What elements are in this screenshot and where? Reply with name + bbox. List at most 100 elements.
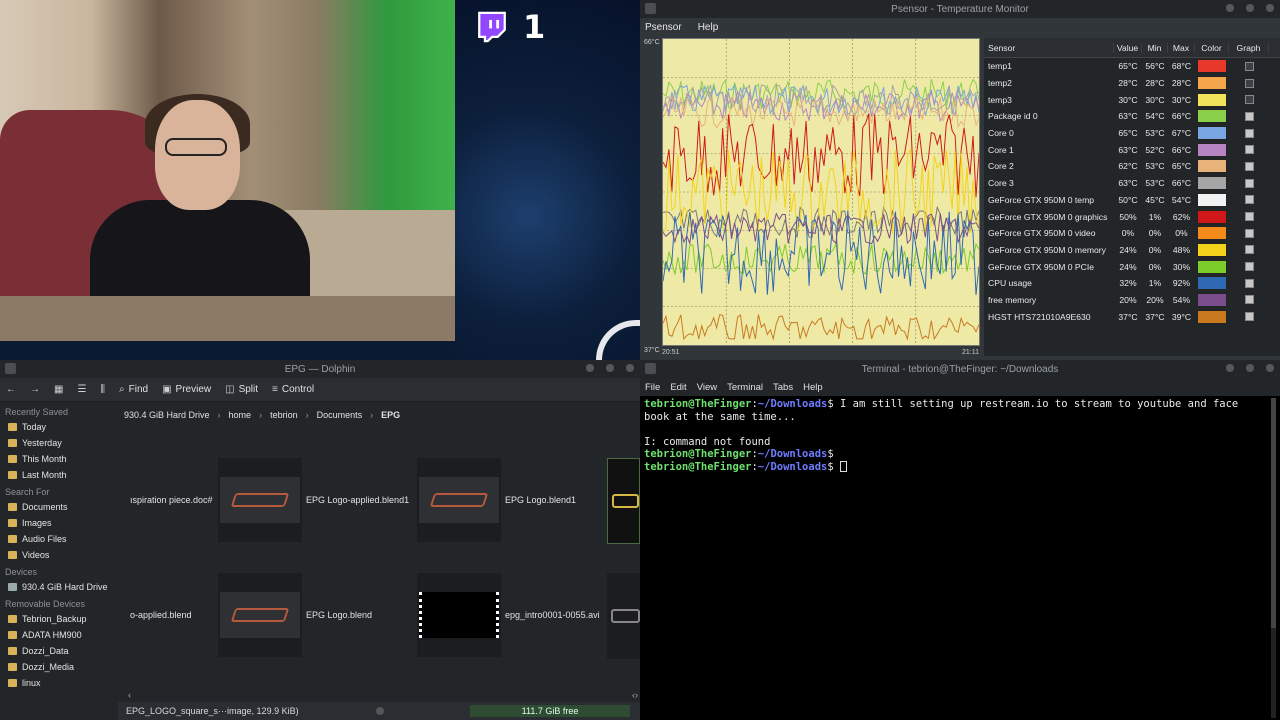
color-swatch[interactable] <box>1197 192 1227 207</box>
col-graph[interactable]: Graph <box>1229 42 1269 53</box>
file-item[interactable]: o-applied.blend <box>126 573 192 657</box>
sensor-row[interactable]: temp3 30°C 30°C 30°C <box>984 91 1280 108</box>
sensor-row[interactable]: free memory 20% 20% 54% <box>984 292 1280 309</box>
file-item[interactable]: EPG Logo-applied.blend1 <box>218 458 409 542</box>
place-videos[interactable]: Videos <box>0 547 112 563</box>
find-button[interactable]: ⌕ Find <box>119 384 148 395</box>
icons-view-icon[interactable]: ▦ <box>54 384 63 395</box>
col-sensor[interactable]: Sensor <box>984 42 1114 53</box>
crumb-documents[interactable]: Documents <box>317 410 363 420</box>
close-icon[interactable] <box>626 364 634 372</box>
color-swatch[interactable] <box>1197 209 1227 224</box>
color-swatch[interactable] <box>1197 259 1227 274</box>
color-swatch[interactable] <box>1197 176 1227 191</box>
color-swatch[interactable] <box>1197 292 1227 307</box>
scrollbar-thumb[interactable] <box>1271 398 1276 628</box>
zoom-slider-handle[interactable] <box>376 707 384 715</box>
details-view-icon[interactable]: ⫼ <box>100 384 105 395</box>
sensor-row[interactable]: CPU usage 32% 1% 92% <box>984 275 1280 292</box>
graph-checkbox[interactable] <box>1244 111 1254 121</box>
sensor-row[interactable]: GeForce GTX 950M 0 video 0% 0% 0% <box>984 225 1280 242</box>
color-swatch[interactable] <box>1197 242 1227 257</box>
sensor-row[interactable]: HGST HTS721010A9E630 37°C 37°C 39°C <box>984 308 1280 325</box>
sensor-row[interactable]: Core 1 63°C 52°C 66°C <box>984 141 1280 158</box>
graph-checkbox[interactable] <box>1244 212 1254 222</box>
sensor-row[interactable]: Core 3 63°C 53°C 66°C <box>984 175 1280 192</box>
file-item[interactable]: epg_intro0001-0055.avi <box>417 573 600 657</box>
color-swatch[interactable] <box>1197 109 1227 124</box>
sensor-row[interactable]: GeForce GTX 950M 0 graphics 50% 1% 62% <box>984 208 1280 225</box>
graph-checkbox[interactable] <box>1244 128 1254 138</box>
place-audio-files[interactable]: Audio Files <box>0 531 112 547</box>
menu-terminal[interactable]: Terminal <box>727 382 763 393</box>
sensor-row[interactable]: temp1 65°C 56°C 68°C <box>984 58 1280 75</box>
device-tebrion-backup[interactable]: Tebrion_Backup <box>0 611 112 627</box>
menu-help[interactable]: Help <box>803 382 823 393</box>
graph-checkbox[interactable] <box>1244 312 1254 322</box>
terminal-output[interactable]: tebrion@TheFinger:~/Downloads$ I am stil… <box>640 396 1280 476</box>
color-swatch[interactable] <box>1197 76 1227 91</box>
color-swatch[interactable] <box>1197 126 1227 141</box>
graph-checkbox[interactable] <box>1244 178 1254 188</box>
graph-checkbox[interactable] <box>1244 61 1254 71</box>
place-last-month[interactable]: Last Month <box>0 467 112 483</box>
device-dozzi-media[interactable]: Dozzi_Media <box>0 659 112 675</box>
graph-checkbox[interactable] <box>1244 161 1254 171</box>
file-item[interactable] <box>607 573 640 659</box>
file-item[interactable] <box>607 458 640 544</box>
menu-help[interactable]: Help <box>698 22 719 33</box>
graph-checkbox[interactable] <box>1244 95 1254 105</box>
split-button[interactable]: ◫ Split <box>225 384 258 395</box>
place-images[interactable]: Images <box>0 515 112 531</box>
minimize-icon[interactable] <box>1226 364 1234 372</box>
col-min[interactable]: Min <box>1142 42 1168 53</box>
window-menu-icon[interactable] <box>5 363 16 374</box>
sensor-row[interactable]: temp2 28°C 28°C 28°C <box>984 75 1280 92</box>
file-item[interactable]: ıspiration piece.doc# <box>126 458 213 542</box>
menu-file[interactable]: File <box>645 382 660 393</box>
graph-checkbox[interactable] <box>1244 228 1254 238</box>
color-swatch[interactable] <box>1197 226 1227 241</box>
minimize-icon[interactable] <box>586 364 594 372</box>
col-value[interactable]: Value <box>1114 42 1142 53</box>
back-icon[interactable]: ← <box>6 384 16 395</box>
device-adata[interactable]: ADATA HM900 <box>0 627 112 643</box>
device-linux[interactable]: linux <box>0 675 112 691</box>
control-button[interactable]: ≡ Control <box>272 384 314 395</box>
sensor-row[interactable]: Core 0 65°C 53°C 67°C <box>984 125 1280 142</box>
sensor-row[interactable]: Package id 0 63°C 54°C 66°C <box>984 108 1280 125</box>
color-swatch[interactable] <box>1197 159 1227 174</box>
graph-checkbox[interactable] <box>1244 262 1254 272</box>
forward-icon[interactable]: → <box>30 384 40 395</box>
graph-checkbox[interactable] <box>1244 78 1254 88</box>
menu-tabs[interactable]: Tabs <box>773 382 793 393</box>
place-today[interactable]: Today <box>0 419 112 435</box>
menu-edit[interactable]: Edit <box>670 382 686 393</box>
place-documents[interactable]: Documents <box>0 499 112 515</box>
window-menu-icon[interactable] <box>645 3 656 14</box>
sensor-row[interactable]: GeForce GTX 950M 0 memory 24% 0% 48% <box>984 242 1280 259</box>
maximize-icon[interactable] <box>606 364 614 372</box>
graph-checkbox[interactable] <box>1244 245 1254 255</box>
sensor-row[interactable]: GeForce GTX 950M 0 PCIe 24% 0% 30% <box>984 258 1280 275</box>
close-icon[interactable] <box>1266 364 1274 372</box>
crumb-tebrion[interactable]: tebrion <box>270 410 298 420</box>
close-icon[interactable] <box>1266 4 1274 12</box>
file-item[interactable]: EPG Logo.blend <box>218 573 372 657</box>
scroll-right-icon[interactable]: ‹› <box>632 690 638 700</box>
scroll-left-icon[interactable]: ‹ <box>128 690 131 700</box>
compact-view-icon[interactable]: ☰ <box>77 384 86 395</box>
color-swatch[interactable] <box>1197 309 1227 324</box>
color-swatch[interactable] <box>1197 276 1227 291</box>
crumb-home[interactable]: home <box>229 410 252 420</box>
terminal-scrollbar[interactable] <box>1271 398 1276 718</box>
col-color[interactable]: Color <box>1195 42 1229 53</box>
sensor-row[interactable]: GeForce GTX 950M 0 temp 50°C 45°C 54°C <box>984 192 1280 209</box>
graph-checkbox[interactable] <box>1244 195 1254 205</box>
crumb-drive[interactable]: 930.4 GiB Hard Drive <box>124 410 210 420</box>
device-hard-drive[interactable]: 930.4 GiB Hard Drive <box>0 579 112 595</box>
sensor-row[interactable]: Core 2 62°C 53°C 65°C <box>984 158 1280 175</box>
crumb-epg[interactable]: EPG <box>381 410 400 420</box>
graph-checkbox[interactable] <box>1244 145 1254 155</box>
color-swatch[interactable] <box>1197 142 1227 157</box>
